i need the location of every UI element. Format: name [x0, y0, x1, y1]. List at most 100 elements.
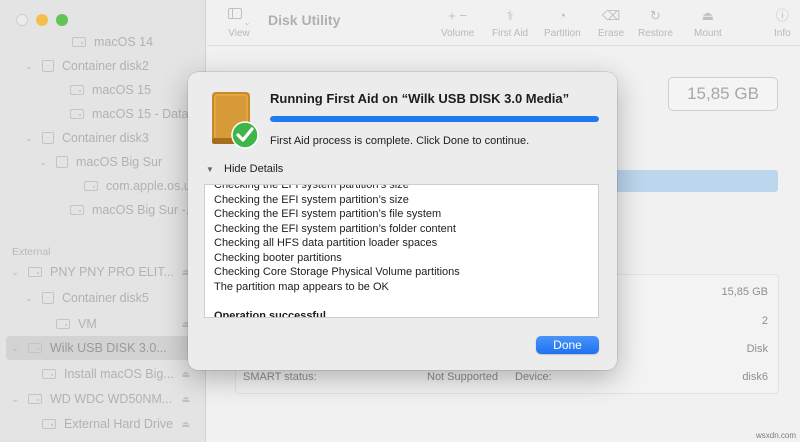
log-line: Checking the EFI system partition’s file…	[214, 208, 442, 220]
hide-details-toggle[interactable]: ▼ Hide Details	[206, 163, 283, 175]
progress-bar	[270, 116, 599, 122]
progress-fill	[270, 116, 599, 122]
volume-icon	[72, 37, 86, 47]
sidebar-item[interactable]: VM ⏏	[0, 312, 205, 336]
log-line: Checking all HFS data partition loader s…	[214, 237, 438, 249]
restore-button[interactable]: ↻ Restore	[638, 7, 673, 39]
sidebar-item[interactable]: ⌄ macOS Big Sur	[0, 150, 205, 174]
zoom-window-button[interactable]	[56, 14, 68, 26]
partition-icon: ◔	[558, 8, 567, 23]
info-value: Disk	[746, 343, 768, 355]
sidebar-item-label: External Hard Drive	[64, 417, 174, 431]
log-line: Checking the EFI system partition’s size	[214, 184, 409, 191]
restore-label: Restore	[638, 28, 674, 39]
chevron-down-icon[interactable]: ⌄	[22, 293, 36, 304]
volume-icon	[56, 319, 70, 329]
chevron-down-icon[interactable]: ⌄	[22, 61, 36, 72]
erase-label: Erase	[598, 28, 625, 39]
chevron-down-icon: ⌄	[241, 18, 251, 27]
container-icon	[56, 156, 68, 168]
eject-icon[interactable]: ⏏	[181, 394, 190, 405]
info-label: Info	[774, 28, 791, 39]
first-aid-button[interactable]: ⚕ First Aid	[492, 7, 528, 39]
volume-icon	[84, 181, 98, 191]
chevron-down-icon[interactable]: ⌄	[8, 267, 22, 278]
stethoscope-icon: ⚕	[506, 8, 514, 23]
drive-icon	[28, 394, 42, 404]
log-line: Checking Core Storage Physical Volume pa…	[214, 266, 460, 278]
partition-label: Partition	[544, 28, 581, 39]
sidebar-item-label: Wilk USB DISK 3.0...	[50, 341, 167, 355]
sidebar-item-label: WD WDC WD50NM...	[50, 392, 173, 406]
sidebar-item[interactable]: ⌄ PNY PNY PRO ELIT... ⏏	[0, 260, 205, 284]
mount-icon: ⏏	[701, 8, 715, 23]
sidebar-item-label: Install macOS Big...	[64, 367, 174, 381]
info-icon: ⓘ	[775, 8, 789, 23]
sidebar: macOS 14 ⌄ Container disk2 macOS 15 macOS…	[0, 0, 206, 442]
details-log[interactable]: Checking the EFI system partition’s size…	[204, 184, 599, 318]
container-icon	[42, 292, 54, 304]
close-window-button[interactable]	[16, 14, 28, 26]
sidebar-item[interactable]: macOS 14	[0, 30, 205, 54]
sidebar-item[interactable]: ⌄ Container disk3	[0, 126, 205, 150]
drive-icon	[28, 267, 42, 277]
sidebar-item[interactable]: External Hard Drive ⏏	[0, 412, 205, 436]
info-value: 15,85 GB	[721, 286, 768, 298]
log-line: The partition map appears to be OK	[214, 280, 389, 293]
sidebar-item[interactable]: ⌄ Container disk5	[0, 286, 205, 310]
info-value: 2	[761, 315, 768, 327]
drive-icon	[28, 343, 42, 353]
container-icon	[42, 60, 54, 72]
sidebar-item-label: macOS Big Sur -...	[92, 203, 197, 217]
volume-button[interactable]: + − Volume	[441, 7, 474, 39]
sidebar-item[interactable]: com.apple.os.u...	[0, 174, 205, 198]
sidebar-item-label: Container disk5	[62, 291, 149, 305]
sidebar-item-label: PNY PNY PRO ELIT...	[50, 265, 174, 279]
hide-details-label: Hide Details	[224, 163, 284, 175]
usage-bar	[606, 170, 778, 192]
chevron-down-icon[interactable]: ⌄	[36, 157, 50, 168]
restore-icon: ↻	[650, 8, 661, 23]
log-line: Checking booter partitions	[214, 251, 342, 264]
chevron-down-icon[interactable]: ⌄	[8, 343, 22, 354]
done-button[interactable]: Done	[536, 336, 599, 354]
sidebar-toggle-icon	[227, 8, 242, 19]
sidebar-item-label: macOS 15	[92, 83, 152, 97]
volume-icon	[42, 369, 56, 379]
sidebar-item[interactable]: macOS 15	[0, 78, 205, 102]
view-label: View	[228, 28, 250, 39]
window-title: Disk Utility	[268, 12, 341, 28]
watermark: wsxdn.com	[755, 431, 796, 440]
chevron-down-icon: ▼	[206, 164, 214, 174]
view-button[interactable]: ⌄ View	[221, 8, 257, 39]
sidebar-item[interactable]: ⌄ WD WDC WD50NM... ⏏	[0, 387, 205, 411]
sidebar-item-label: macOS Big Sur	[76, 155, 163, 169]
info-button[interactable]: ⓘ Info	[774, 7, 791, 39]
volume-icon	[70, 205, 84, 215]
volume-label: Volume	[441, 28, 475, 39]
sidebar-item[interactable]: Install macOS Big... ⏏	[0, 362, 205, 386]
sidebar-item-selected[interactable]: ⌄ Wilk USB DISK 3.0...	[6, 336, 200, 360]
volume-icon	[70, 109, 84, 119]
capacity-display: 15,85 GB	[668, 77, 778, 111]
sidebar-item[interactable]: ⌄ Container disk2	[0, 54, 205, 78]
eject-icon[interactable]: ⏏	[181, 369, 190, 380]
sidebar-item[interactable]: macOS 15 - Data	[0, 102, 205, 126]
chevron-down-icon[interactable]: ⌄	[22, 133, 36, 144]
eject-icon[interactable]: ⏏	[181, 419, 190, 430]
chevron-down-icon[interactable]: ⌄	[8, 394, 22, 405]
window-controls	[16, 14, 68, 26]
smart-status-label: SMART status:	[243, 371, 317, 383]
log-line: Checking the EFI system partition’s size	[214, 193, 409, 206]
usb-drive-icon	[212, 92, 259, 149]
first-aid-dialog: Running First Aid on “Wilk USB DISK 3.0 …	[188, 72, 617, 370]
minimize-window-button[interactable]	[36, 14, 48, 26]
volume-icon	[70, 85, 84, 95]
device-label: Device:	[515, 371, 552, 383]
erase-button[interactable]: ⌫ Erase	[598, 7, 624, 39]
sidebar-item[interactable]: macOS Big Sur -...	[0, 198, 205, 222]
mount-button[interactable]: ⏏ Mount	[694, 7, 722, 39]
partition-button[interactable]: ◔ Partition	[544, 7, 581, 39]
log-result: Operation successful.	[214, 309, 329, 318]
